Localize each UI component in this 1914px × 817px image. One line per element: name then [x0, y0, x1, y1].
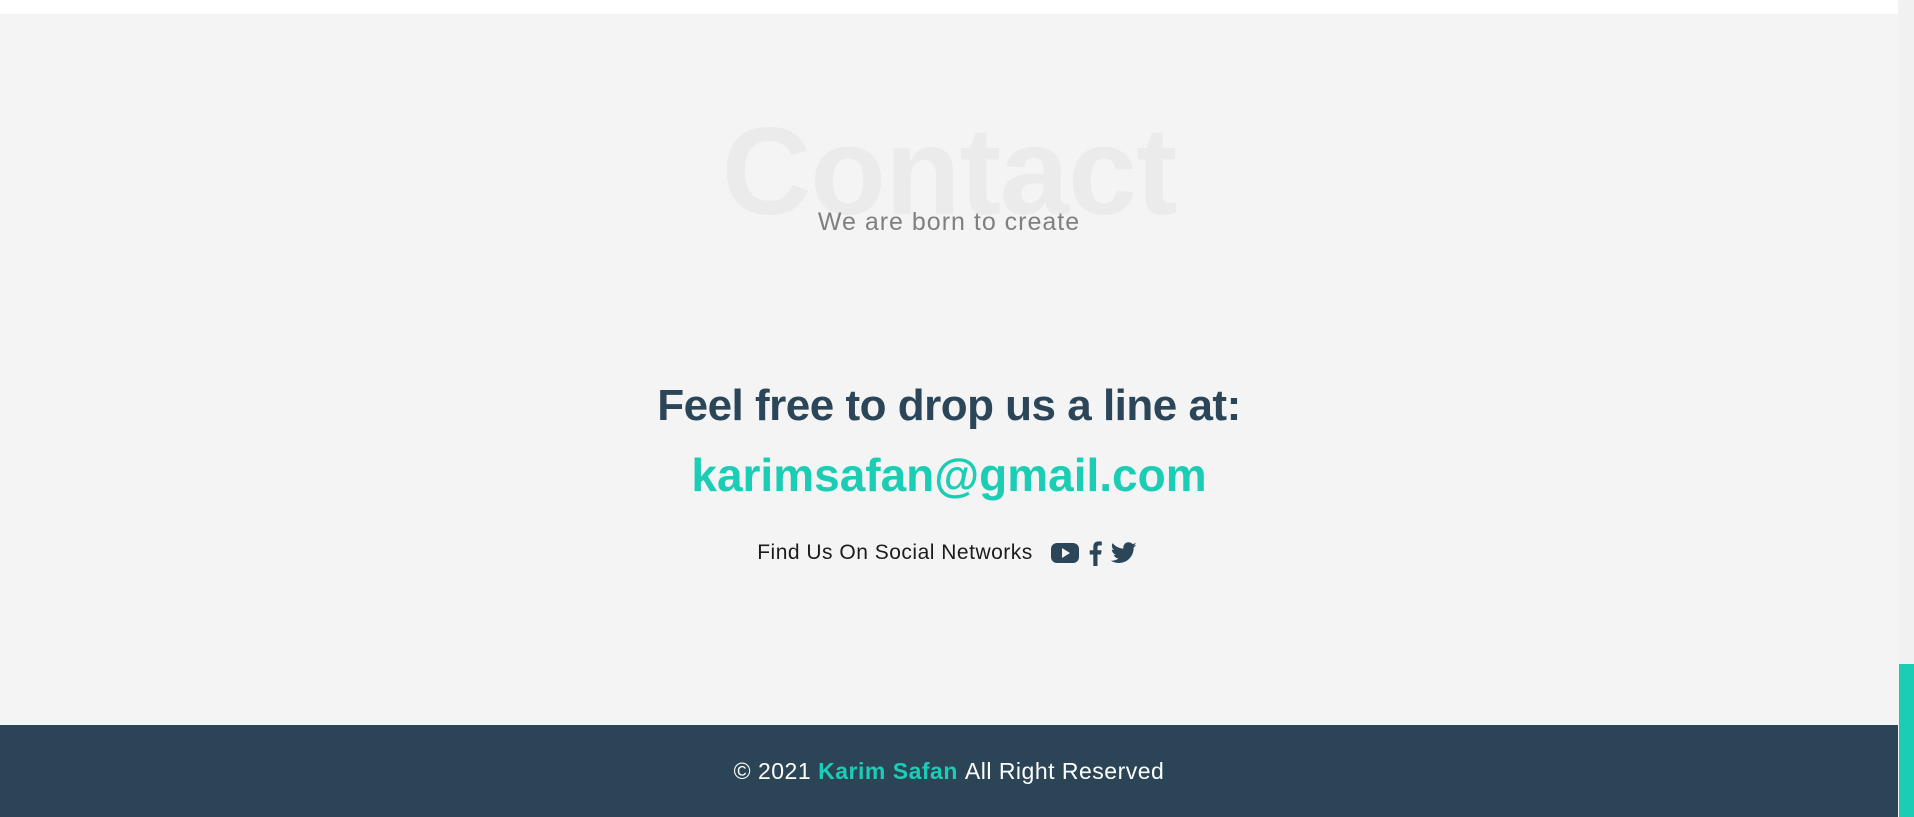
contact-section: Contact We are born to create Feel free … — [0, 14, 1898, 725]
top-strip — [0, 0, 1898, 14]
contact-heading: Feel free to drop us a line at: — [657, 381, 1241, 430]
footer-author-name: Karim Safan — [818, 757, 958, 784]
scrollbar-thumb[interactable] — [1899, 664, 1914, 817]
youtube-icon[interactable] — [1050, 542, 1079, 564]
social-networks: Find Us On Social Networks — [0, 540, 1898, 566]
contact-subtitle: We are born to create — [817, 208, 1081, 236]
footer-copyright: © 2021 — [733, 757, 812, 784]
footer-rights: All Right Reserved — [964, 757, 1165, 784]
email-link[interactable]: karimsafan@gmail.com — [0, 447, 1898, 503]
social-label: Find Us On Social Networks — [757, 541, 1033, 564]
facebook-icon[interactable] — [1087, 540, 1103, 566]
twitter-icon[interactable] — [1110, 542, 1137, 564]
footer: © 2021 Karim Safan All Right Reserved — [0, 725, 1898, 817]
